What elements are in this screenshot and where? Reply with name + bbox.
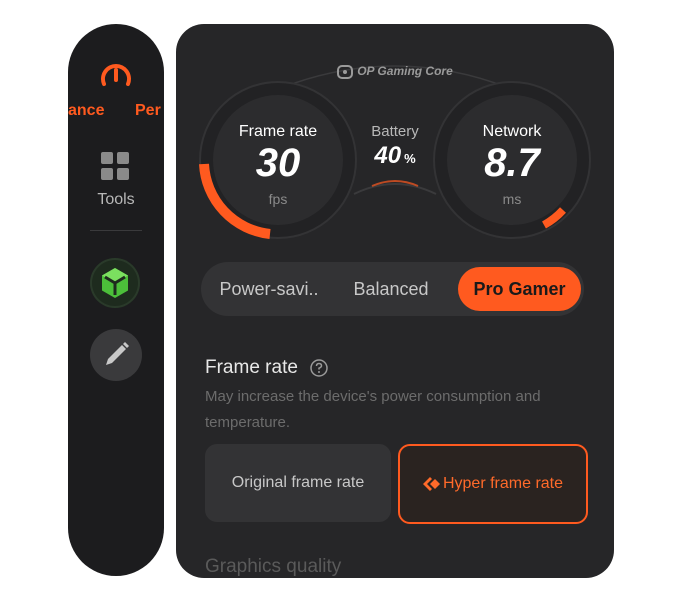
game-app-shortcut[interactable]: [90, 258, 140, 308]
performance-gauge-icon[interactable]: [98, 58, 134, 94]
performance-mode-selector: Power-savi.. Balanced Pro Gamer: [201, 262, 584, 316]
hyper-frame-rate-option[interactable]: Hyper frame rate: [398, 444, 588, 524]
network-gauge-title: Network: [482, 123, 542, 140]
frame-rate-section-title: Frame rate: [205, 357, 298, 378]
marquee-text-right: Per: [135, 102, 161, 119]
side-rail: ance Per Tools: [68, 24, 164, 576]
network-gauge-unit: ms: [502, 191, 522, 207]
edit-button[interactable]: [90, 329, 142, 381]
frame-rate-gauge-unit: fps: [268, 191, 288, 207]
battery-value: 40%: [356, 142, 434, 170]
original-frame-rate-option[interactable]: Original frame rate: [205, 444, 391, 522]
battery-title: Battery: [371, 123, 419, 140]
tools-grid-icon[interactable]: [101, 152, 129, 180]
graphics-quality-section-title: Graphics quality: [205, 556, 342, 577]
tools-label: Tools: [97, 191, 135, 208]
mode-power-saving[interactable]: Power-savi..: [209, 262, 329, 316]
cube-app-icon: [102, 268, 128, 298]
brand-header: OP Gaming Core: [176, 64, 614, 79]
mode-pro-gamer[interactable]: Pro Gamer: [458, 267, 581, 311]
battery-unit: %: [404, 151, 416, 166]
hyper-frame-rate-label: Hyper frame rate: [442, 475, 564, 492]
frame-rate-description: May increase the device's power consumpt…: [205, 388, 541, 431]
gaming-core-logo-icon: [337, 64, 354, 79]
network-gauge-value: 8.7: [484, 141, 540, 185]
frame-rate-gauge-value: 30: [255, 141, 301, 185]
mode-balanced[interactable]: Balanced: [336, 262, 446, 316]
frame-rate-gauge-title: Frame rate: [238, 123, 318, 140]
gaming-panel: OP Gaming Core Frame rate 30 fps Battery…: [176, 24, 614, 578]
rail-divider: [90, 230, 142, 231]
hyper-boost-icon: [422, 476, 440, 491]
marquee-text-left: ance: [68, 102, 105, 119]
battery-number: 40: [374, 142, 402, 169]
help-icon[interactable]: [310, 359, 328, 377]
pencil-icon: [106, 342, 129, 365]
brand-name: OP Gaming Core: [357, 64, 453, 78]
